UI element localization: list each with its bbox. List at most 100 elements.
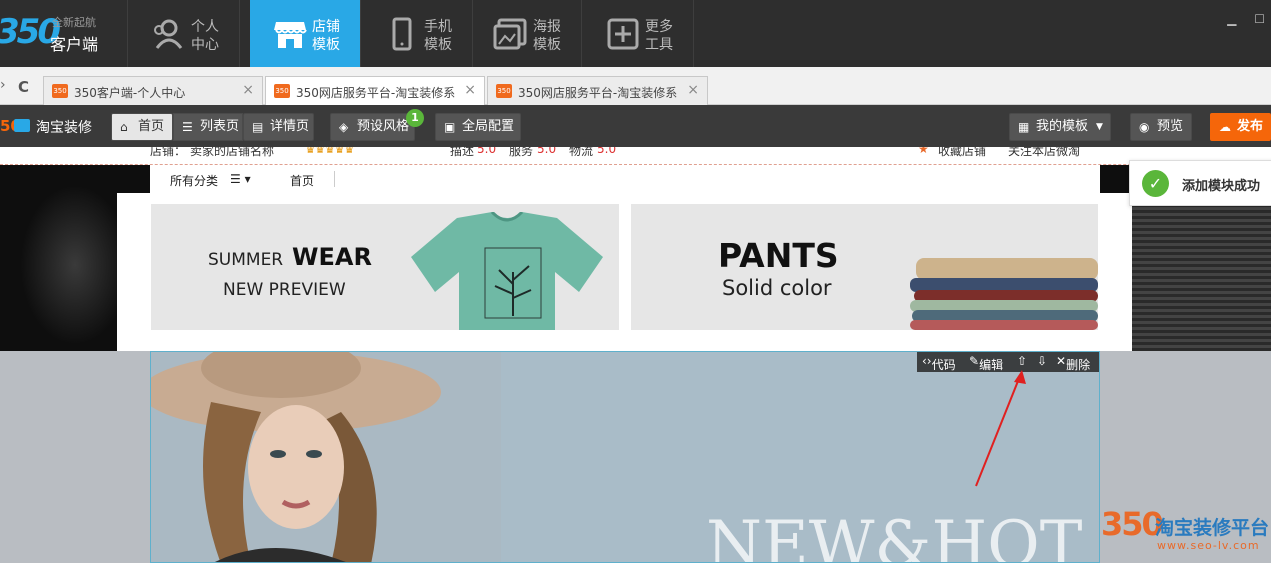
refresh-icon[interactable]: C — [18, 78, 29, 96]
window-controls: ▁ ☐ — [1227, 12, 1265, 26]
watermark-brand: 350 — [1101, 505, 1164, 543]
logo-tagline: 全新起航 — [52, 16, 96, 29]
back-icon[interactable]: › — [0, 77, 6, 93]
star-icon: ★ — [918, 147, 929, 156]
page-detail-button[interactable]: ▤ 详情页 — [243, 113, 314, 141]
global-config-button[interactable]: ▣ 全局配置 — [435, 113, 521, 141]
nav-store-templates[interactable]: 店铺 模板 — [250, 0, 361, 67]
my-templates-label: 我的模板 — [1036, 119, 1089, 134]
publish-label: 发布 — [1237, 119, 1264, 134]
nav-label-1: 海报 — [533, 19, 561, 35]
close-icon[interactable]: × — [687, 82, 699, 98]
favicon-icon: 350 — [52, 84, 68, 98]
site-watermark: 350 淘宝装修平台 www.seo-lv.com — [1101, 505, 1271, 563]
nav-label-2: 工具 — [645, 37, 673, 53]
all-categories-link[interactable]: 所有分类 — [170, 172, 218, 189]
poster-icon — [493, 18, 527, 50]
publish-button[interactable]: ☁ 发布 — [1210, 113, 1271, 141]
chevron-down-icon: ▼ — [1096, 122, 1103, 132]
service-label: 服务 — [509, 147, 534, 158]
global-label: 全局配置 — [462, 119, 515, 134]
nav-poster-templates[interactable]: 海报 模板 — [471, 0, 582, 67]
desc-label: 描述 — [450, 147, 475, 158]
menu-icon[interactable]: ☰ ▾ — [230, 172, 251, 186]
template-icon: ▦ — [1018, 120, 1030, 134]
tab-title: 350网店服务平台-淘宝装修系 — [518, 86, 678, 100]
preset-style-button[interactable]: ◈ 预设风格 — [330, 113, 415, 141]
paint-bucket-icon: ◈ — [339, 120, 349, 134]
delete-label: 删除 — [1066, 358, 1091, 372]
tab-store-editor-active[interactable]: 350 350网店服务平台-淘宝装修系 × — [265, 76, 485, 106]
promo-summer-text: SUMMER — [208, 250, 284, 270]
nav-mobile-templates[interactable]: 手机 模板 — [362, 0, 473, 67]
preview-button[interactable]: ◉ 预览 — [1130, 113, 1192, 141]
promo-summer-wear[interactable]: SUMMER WEAR NEW PREVIEW — [151, 204, 619, 330]
user-icon — [154, 19, 183, 49]
nav-home-link[interactable]: 首页 — [290, 172, 314, 189]
tab-store-editor[interactable]: 350 350网店服务平台-淘宝装修系 × — [487, 76, 708, 105]
nav-label-2: 中心 — [191, 37, 219, 53]
brand-logo-icon — [14, 119, 30, 132]
nav-label-2: 模板 — [424, 37, 452, 53]
promo-wear-text: WEAR — [292, 243, 372, 271]
store-info-bar: 店铺： 卖家的店铺名称 ♛♛♛♛♛ 描述 5.0 服务 5.0 物流 5.0 ★… — [0, 147, 1271, 165]
toast-message: 添加模块成功 — [1182, 179, 1261, 194]
nav-label-1: 个人 — [191, 19, 219, 35]
banner-headline: NEW&HOT — [706, 508, 1083, 563]
phone-icon — [392, 17, 412, 51]
logistics-score: 5.0 — [597, 147, 617, 156]
preset-count-badge: 1 — [406, 109, 424, 127]
list-icon: ☰ — [182, 120, 193, 134]
preview-label: 预览 — [1157, 119, 1184, 134]
service-score: 5.0 — [537, 147, 557, 156]
nav-more-tools[interactable]: 更多 工具 — [583, 0, 694, 67]
page-list-button[interactable]: ☰ 列表页 — [173, 113, 243, 141]
store-icon — [274, 22, 307, 48]
promo-pants[interactable]: PANTS Solid color — [631, 204, 1098, 330]
nav-label-1: 手机 — [424, 19, 452, 35]
brand-name: 淘宝装修 — [36, 120, 92, 136]
favorite-store-link[interactable]: 收藏店铺 — [938, 147, 986, 159]
cloud-upload-icon: ☁ — [1219, 120, 1231, 134]
follow-store-link[interactable]: 关注本店微淘 — [1008, 147, 1080, 159]
folded-pants-image — [910, 258, 1098, 330]
bg-figure-left — [20, 185, 130, 345]
delete-button[interactable]: ✕ 删除 — [1056, 354, 1090, 372]
watermark-text: 淘宝装修平台 — [1155, 517, 1270, 539]
home-label: 首页 — [138, 119, 165, 134]
close-icon[interactable]: × — [242, 82, 254, 98]
promo-solid-color-text: Solid color — [722, 276, 832, 300]
nav-label-1: 店铺 — [312, 19, 340, 35]
desc-score: 5.0 — [477, 147, 497, 156]
category-nav: 所有分类 ☰ ▾ 首页 — [150, 165, 1100, 193]
shop-name: 卖家的店铺名称 — [190, 147, 275, 158]
preset-label: 预设风格 — [357, 119, 410, 134]
eye-icon: ◉ — [1139, 120, 1150, 134]
favicon-icon: 350 — [496, 84, 512, 98]
nav-personal-center[interactable]: 个人 中心 — [129, 0, 240, 67]
logo-title: 客户端 — [50, 35, 99, 54]
plus-icon — [607, 18, 639, 50]
banner-module-selected[interactable]: NEW&HOT — [150, 351, 1100, 563]
code-label: 代码 — [931, 358, 956, 372]
promo-pants-text: PANTS — [718, 236, 839, 275]
app-header: 350 全新起航 客户端 个人 中心 店铺 模板 手机 模板 海报 模板 更多 … — [0, 0, 1271, 67]
detail-label: 详情页 — [270, 119, 310, 134]
page-home-button[interactable]: ⌂ 首页 — [111, 113, 173, 141]
tab-title: 350客户端-个人中心 — [74, 86, 186, 100]
maximize-button[interactable]: ☐ — [1254, 12, 1265, 26]
my-templates-button[interactable]: ▦ 我的模板 ▼ — [1009, 113, 1111, 141]
check-circle-icon: ✓ — [1142, 170, 1169, 197]
annotation-arrow — [975, 370, 1026, 487]
bg-figure-right — [1131, 185, 1271, 351]
close-icon[interactable]: × — [464, 82, 476, 98]
code-button[interactable]: ‹› 代码 — [922, 354, 956, 372]
tab-personal-center[interactable]: 350 350客户端-个人中心 × — [43, 76, 263, 105]
nav-label-2: 模板 — [533, 37, 561, 53]
promo-new-preview-text: NEW PREVIEW — [223, 280, 346, 300]
detail-icon: ▤ — [252, 120, 264, 134]
tshirt-image — [411, 212, 603, 330]
minimize-button[interactable]: ▁ — [1227, 12, 1236, 26]
success-toast: ✓ 添加模块成功 — [1129, 160, 1271, 206]
crown-rating-icon: ♛♛♛♛♛ — [305, 147, 355, 156]
